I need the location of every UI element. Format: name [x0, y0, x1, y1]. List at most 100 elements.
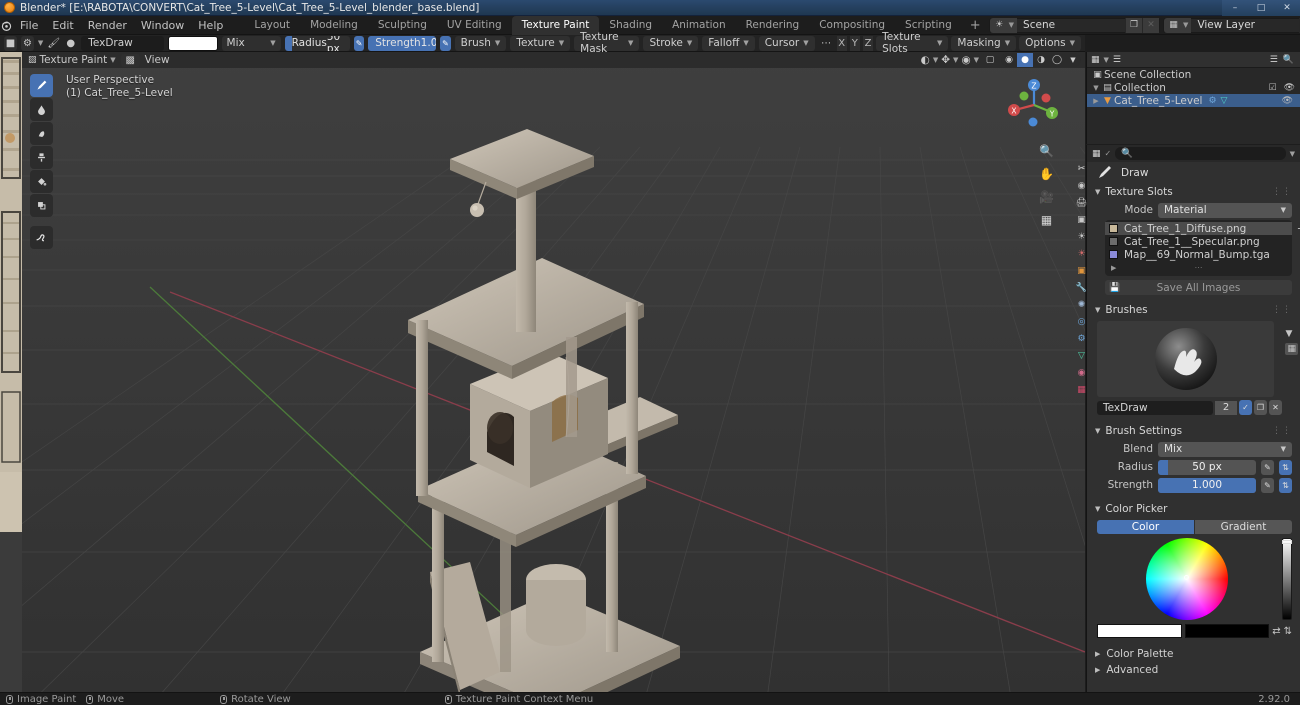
tab-sculpting[interactable]: Sculpting: [368, 16, 437, 35]
tab-world[interactable]: ☀: [1076, 247, 1087, 260]
color-wheel[interactable]: [1145, 538, 1228, 620]
radius-pressure-toggle[interactable]: ✎: [1261, 459, 1274, 475]
properties-search-input[interactable]: 🔍: [1115, 147, 1286, 160]
chevron-down-icon[interactable]: ▼: [1008, 17, 1018, 33]
eye-icon[interactable]: 👁: [1282, 96, 1300, 106]
rendered-shading-button[interactable]: ◯: [1049, 53, 1065, 67]
brush-name-field[interactable]: TexDraw: [81, 35, 164, 51]
secondary-color-swatch[interactable]: [1184, 624, 1270, 638]
tab-material[interactable]: ◉: [1076, 366, 1087, 379]
blend-dropdown[interactable]: Mix ▼: [1158, 441, 1292, 457]
editor-type-selector[interactable]: ▨ Texture Paint ▼: [28, 54, 116, 66]
brush-datablock-icon[interactable]: ⚙: [20, 35, 34, 51]
chevron-down-icon[interactable]: ▼: [1285, 329, 1298, 339]
options-menu[interactable]: Options ▼: [1019, 35, 1082, 51]
panel-advanced[interactable]: ▶ Advanced: [1087, 662, 1300, 678]
brush-users-count[interactable]: 2: [1215, 400, 1237, 415]
panel-texture-slots[interactable]: ▼ Texture Slots ⋮⋮: [1087, 184, 1300, 200]
tool-soften-button[interactable]: [30, 98, 53, 121]
disclosure-triangle-icon[interactable]: ▼: [1095, 505, 1100, 513]
tool-clone-button[interactable]: [30, 146, 53, 169]
view-layer-name[interactable]: View Layer: [1191, 19, 1299, 31]
tab-animation[interactable]: Animation: [662, 16, 736, 35]
tab-texture[interactable]: ▦: [1076, 383, 1087, 396]
tab-physics[interactable]: ◎: [1076, 315, 1087, 328]
symmetry-z-toggle[interactable]: Z: [862, 35, 874, 51]
panel-drag-handle[interactable]: ⋮⋮: [1272, 426, 1292, 436]
active-tool-icon[interactable]: ■: [4, 35, 17, 51]
menu-file[interactable]: File: [13, 17, 45, 34]
outliner-editor-icon[interactable]: ▦: [1091, 55, 1100, 65]
stroke-menu[interactable]: Stroke ▼: [643, 35, 699, 51]
disclosure-triangle-icon[interactable]: ▼: [1095, 306, 1100, 314]
tab-render[interactable]: ◉: [1076, 179, 1087, 192]
panel-brushes[interactable]: ▼ Brushes ⋮⋮: [1087, 302, 1300, 318]
scene-selector[interactable]: ☀ ▼ Scene ❐ ✕: [988, 17, 1161, 33]
radius-unified-toggle[interactable]: ⇅: [1279, 459, 1292, 475]
save-all-images-button[interactable]: 💾 Save All Images: [1105, 280, 1292, 295]
image-editor-strip[interactable]: [0, 52, 22, 692]
close-button[interactable]: ✕: [1274, 0, 1300, 16]
value-slider[interactable]: [1282, 538, 1292, 620]
texture-slot-item[interactable]: Map__69_Normal_Bump.tga: [1105, 248, 1292, 261]
tab-view-layer[interactable]: ▣: [1076, 213, 1087, 226]
unlink-scene-button[interactable]: ✕: [1142, 17, 1160, 33]
camera-icon[interactable]: 🎥: [1038, 188, 1055, 205]
pin-icon[interactable]: ✓: [1105, 149, 1112, 158]
tab-modifiers[interactable]: 🔧: [1076, 281, 1087, 294]
viewport-mode-icon[interactable]: ▩: [120, 53, 140, 67]
tab-modeling[interactable]: Modeling: [300, 16, 368, 35]
symmetry-x-toggle[interactable]: X: [836, 35, 847, 51]
grid-icon[interactable]: ▦: [1038, 211, 1055, 228]
tab-tool[interactable]: ✂: [1076, 162, 1087, 175]
slot-list-resize-grip[interactable]: ▶ ⋯: [1105, 261, 1292, 274]
view-layer-selector[interactable]: ▦ ▼ View Layer ❐ ✕: [1163, 17, 1300, 33]
texture-slot-item[interactable]: Cat_Tree_1__Specular.png: [1105, 235, 1292, 248]
tab-rendering[interactable]: Rendering: [736, 16, 810, 35]
strength-unified-toggle[interactable]: ⇅: [1279, 477, 1292, 493]
navigation-gizmo[interactable]: Z X Y: [1001, 72, 1067, 138]
radius-pressure-toggle[interactable]: ✎: [354, 35, 365, 51]
view-menu[interactable]: View: [145, 54, 170, 66]
duplicate-brush-button[interactable]: ❐: [1254, 400, 1267, 415]
outliner-row-collection[interactable]: ▼ ▤ Collection ☑ 👁: [1087, 81, 1300, 94]
blend-mode-dropdown[interactable]: Mix ▼: [221, 35, 281, 51]
display-mode-icon[interactable]: ☰: [1113, 55, 1121, 65]
panel-drag-handle[interactable]: ⋮⋮: [1272, 305, 1292, 315]
color-wheel-cursor[interactable]: [1184, 574, 1189, 580]
overlays-dropdown[interactable]: ◉ ▼: [961, 54, 979, 66]
disclosure-triangle-icon[interactable]: ▼: [1095, 188, 1100, 196]
tool-fill-button[interactable]: [30, 170, 53, 193]
tab-particles[interactable]: ✺: [1076, 298, 1087, 311]
texture-slot-list[interactable]: Cat_Tree_1_Diffuse.png Cat_Tree_1__Specu…: [1105, 220, 1300, 276]
texture-slots-mode-dropdown[interactable]: Material ▼: [1158, 202, 1292, 218]
minimize-button[interactable]: –: [1222, 0, 1248, 16]
primary-color-swatch[interactable]: [1097, 624, 1182, 638]
brush-color-swatch[interactable]: [167, 35, 218, 51]
tab-object[interactable]: ▣: [1076, 264, 1087, 277]
brush-name-input[interactable]: TexDraw: [1097, 400, 1213, 415]
texture-mask-menu[interactable]: Texture Mask ▼: [574, 31, 640, 55]
outliner-row-scene-collection[interactable]: ▣ Scene Collection: [1087, 68, 1300, 81]
solid-shading-button[interactable]: ●: [1017, 53, 1033, 67]
filter-icon[interactable]: ☰: [1270, 55, 1278, 65]
visibility-dropdown[interactable]: ◐ ▼: [921, 54, 939, 66]
swap-colors-icon[interactable]: ⇄: [1272, 626, 1280, 637]
strength-pressure-toggle[interactable]: ✎: [1261, 477, 1274, 493]
gradient-tab[interactable]: Gradient: [1195, 520, 1292, 534]
search-icon[interactable]: 🔍: [1283, 55, 1294, 65]
strength-slider[interactable]: Strength 1.000: [368, 35, 437, 51]
falloff-menu[interactable]: Falloff ▼: [702, 35, 755, 51]
tab-constraints[interactable]: ⚙: [1076, 332, 1087, 345]
menu-help[interactable]: Help: [191, 17, 230, 34]
chevron-down-icon[interactable]: ▼: [1183, 17, 1192, 33]
maximize-button[interactable]: □: [1248, 0, 1274, 16]
color-tab[interactable]: Color: [1097, 520, 1194, 534]
disclosure-triangle-icon[interactable]: ▼: [1091, 84, 1101, 92]
disclosure-triangle-icon[interactable]: ▶: [1091, 97, 1101, 105]
texture-menu[interactable]: Texture ▼: [510, 35, 571, 51]
modifier-icon[interactable]: ⚙: [1208, 96, 1216, 106]
new-scene-button[interactable]: ❐: [1125, 17, 1143, 33]
panel-brush-settings[interactable]: ▼ Brush Settings ⋮⋮: [1087, 423, 1300, 439]
tab-uv-editing[interactable]: UV Editing: [437, 16, 512, 35]
